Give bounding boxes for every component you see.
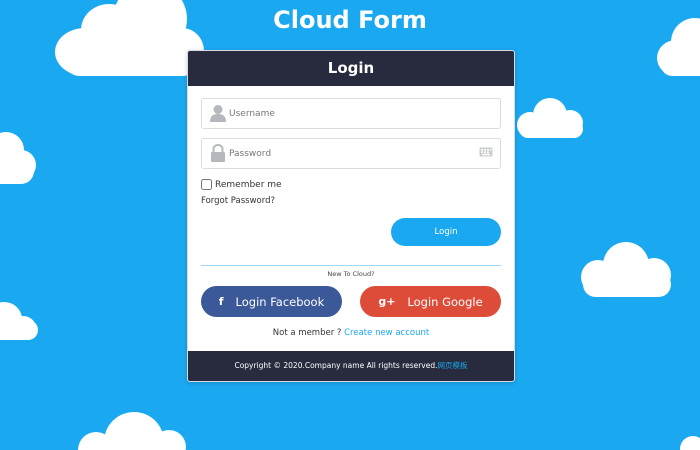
password-input[interactable] — [229, 142, 469, 165]
card-header: Login — [188, 51, 514, 86]
cloud-icon — [78, 412, 188, 450]
facebook-icon: f — [218, 295, 224, 308]
remember-me-label: Remember me — [215, 179, 282, 190]
user-icon — [210, 105, 226, 122]
cloud-icon — [680, 436, 700, 450]
divider-text: New To Cloud? — [323, 270, 379, 278]
member-text: Not a member ? — [272, 328, 342, 338]
username-input[interactable] — [229, 102, 469, 125]
divider-label: New To Cloud? — [188, 261, 514, 280]
login-button[interactable]: Login — [391, 218, 501, 246]
footer-text: Copyright © 2020.Company name All rights… — [234, 361, 438, 370]
create-account-link[interactable]: Create new account — [344, 328, 429, 338]
remember-me[interactable]: Remember me — [201, 179, 282, 190]
cloud-icon — [0, 132, 38, 188]
lock-icon — [211, 144, 225, 162]
facebook-login-button[interactable]: f Login Facebook — [201, 286, 342, 317]
google-plus-icon: g+ — [378, 295, 396, 308]
facebook-login-label: Login Facebook — [235, 294, 325, 309]
forgot-password-link[interactable]: Forgot Password? — [201, 196, 275, 206]
login-card: Login Remember me Forgot Password? — [187, 50, 515, 382]
cloud-icon — [0, 298, 42, 342]
cloud-icon — [517, 98, 585, 140]
username-field[interactable] — [201, 98, 501, 129]
keyboard-icon[interactable] — [479, 147, 493, 157]
password-field[interactable] — [201, 138, 501, 169]
member-prompt: Not a member ? Create new account — [188, 328, 514, 338]
cloud-icon — [581, 242, 673, 300]
remember-me-checkbox[interactable] — [201, 179, 212, 190]
page-title: Cloud Form — [273, 6, 427, 34]
card-footer: Copyright © 2020.Company name All rights… — [188, 351, 514, 381]
google-login-label: Login Google — [407, 294, 483, 309]
footer-link[interactable]: 网页模板 — [438, 361, 468, 370]
google-login-button[interactable]: g+ Login Google — [360, 286, 501, 317]
